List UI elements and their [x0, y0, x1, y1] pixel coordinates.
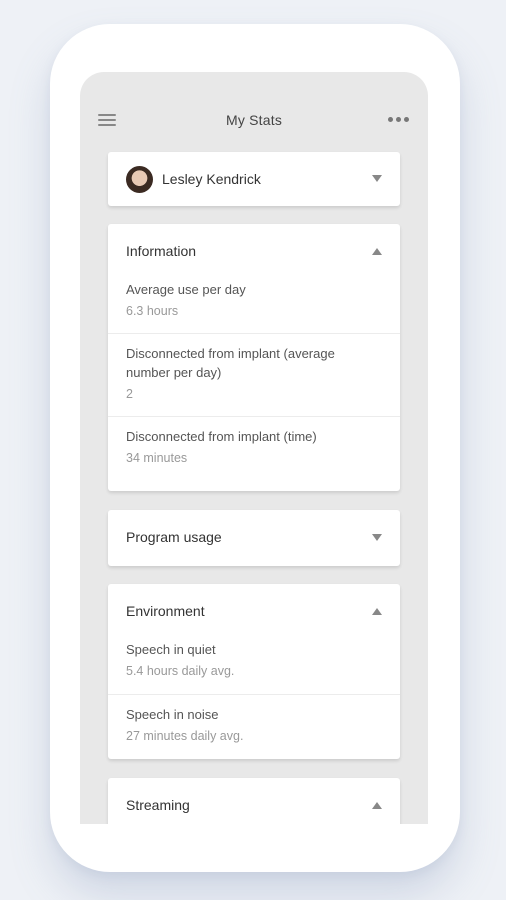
chevron-up-icon[interactable]	[372, 248, 382, 255]
list-item: Speech in quiet 5.4 hours daily avg.	[108, 640, 400, 694]
app-screen: My Stats Lesley Kendrick Information Ave…	[80, 72, 428, 824]
stat-value: 5.4 hours daily avg.	[126, 664, 235, 678]
chevron-up-icon[interactable]	[372, 608, 382, 615]
stat-label: Average use per day	[126, 282, 246, 297]
stat-label: Speech in quiet	[126, 642, 216, 657]
information-header[interactable]: Information	[108, 224, 400, 280]
list-item: Disconnected from implant (time) 34 minu…	[108, 416, 400, 490]
information-title: Information	[126, 243, 197, 259]
profile-selector[interactable]: Lesley Kendrick	[108, 152, 400, 206]
streaming-card: Streaming	[108, 778, 400, 824]
information-card: Information Average use per day 6.3 hour…	[108, 224, 400, 491]
stat-value: 27 minutes daily avg.	[126, 729, 244, 743]
streaming-title: Streaming	[126, 797, 190, 813]
streaming-header[interactable]: Streaming	[108, 778, 400, 824]
more-options-icon[interactable]	[388, 117, 410, 123]
stat-value: 2	[126, 387, 133, 401]
program-usage-header[interactable]: Program usage	[108, 510, 400, 566]
chevron-down-icon[interactable]	[372, 175, 382, 182]
environment-title: Environment	[126, 603, 205, 619]
program-usage-card[interactable]: Program usage	[108, 510, 400, 566]
environment-card: Environment Speech in quiet 5.4 hours da…	[108, 584, 400, 759]
program-usage-title: Program usage	[126, 529, 222, 545]
stat-value: 6.3 hours	[126, 304, 179, 318]
stat-label: Disconnected from implant (time)	[126, 429, 317, 444]
chevron-down-icon[interactable]	[372, 534, 382, 541]
list-item: Disconnected from implant (average numbe…	[108, 333, 400, 416]
page-title: My Stats	[225, 112, 283, 128]
stat-value: 34 minutes	[126, 451, 188, 465]
list-item: Average use per day 6.3 hours	[108, 280, 400, 333]
user-avatar	[126, 166, 153, 193]
stat-label: Speech in noise	[126, 707, 219, 722]
chevron-up-icon[interactable]	[372, 802, 382, 809]
stat-label: Disconnected from implant (average numbe…	[126, 346, 335, 380]
profile-name: Lesley Kendrick	[162, 171, 261, 187]
list-item: Speech in noise 27 minutes daily avg.	[108, 694, 400, 758]
environment-header[interactable]: Environment	[108, 584, 400, 640]
